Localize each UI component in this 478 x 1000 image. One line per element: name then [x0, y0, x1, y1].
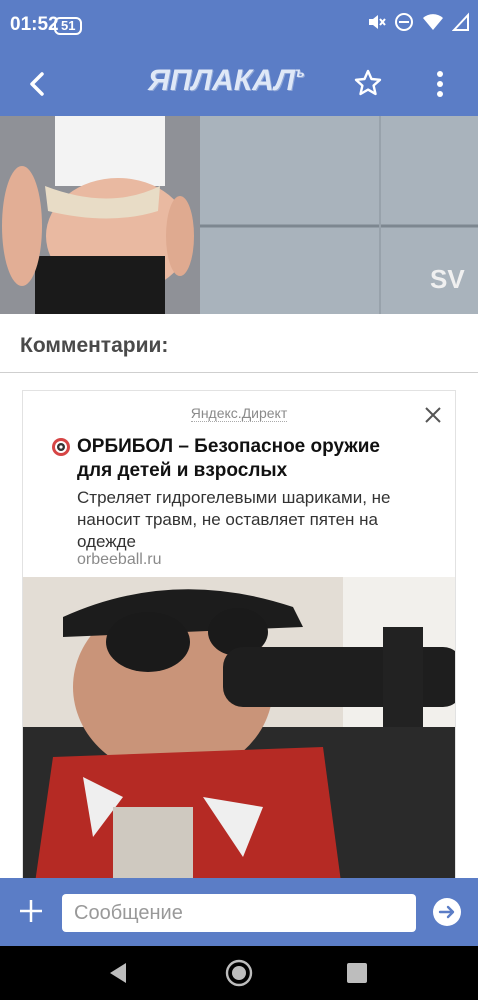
status-bar: 01:52 51 [0, 0, 478, 52]
logo-text: ЯПЛАКАЛ [148, 64, 295, 97]
status-time: 01:52 [10, 14, 59, 35]
back-arrow-icon [30, 72, 44, 96]
nav-back-icon[interactable] [106, 961, 130, 985]
ad-card[interactable]: Яндекс.Директ ОРБИБОЛ – Безопасное оружи… [22, 390, 456, 890]
site-logo[interactable]: ЯПЛАКАЛъ [148, 64, 305, 98]
divider [0, 372, 478, 373]
vertical-dots-icon [437, 71, 443, 97]
plus-icon [20, 900, 42, 922]
watermark-text: SV [430, 264, 465, 294]
wifi-icon [423, 14, 443, 30]
system-nav-bar [0, 946, 478, 1000]
composer-bar [0, 878, 478, 946]
do-not-disturb-icon [395, 13, 413, 31]
ad-source-label: Яндекс.Директ [190, 405, 288, 422]
post-photo [0, 116, 478, 314]
favorite-button[interactable] [348, 62, 388, 106]
close-icon [425, 407, 441, 423]
app-bar: ЯПЛАКАЛъ [0, 52, 478, 116]
ad-source[interactable]: Яндекс.Директ [23, 405, 455, 422]
signal-icon [452, 12, 469, 31]
send-button[interactable] [432, 897, 462, 927]
ad-close-button[interactable] [423, 405, 443, 425]
star-icon [354, 69, 382, 96]
comments-heading: Комментарии: [20, 334, 169, 357]
attach-button[interactable] [14, 894, 48, 928]
ad-image[interactable] [23, 577, 455, 889]
back-button[interactable] [18, 62, 62, 106]
nav-recents-icon[interactable] [346, 962, 368, 984]
ad-description: Стреляет гидрогелевыми шариками, не нано… [77, 488, 391, 551]
status-icons [366, 12, 470, 32]
ad-title[interactable]: ОРБИБОЛ – Безопасное оружие для детей и … [77, 435, 407, 483]
message-input[interactable] [62, 894, 416, 932]
ad-photo [23, 577, 455, 889]
ad-domain[interactable]: orbeeball.ru [77, 551, 162, 569]
battery-indicator: 51 [54, 17, 83, 35]
nav-home-icon[interactable] [224, 958, 254, 988]
post-image[interactable]: SV [0, 116, 478, 314]
mute-icon [369, 15, 386, 29]
more-options-button[interactable] [422, 62, 458, 106]
orbiball-logo-icon [52, 438, 70, 456]
send-arrow-icon [433, 898, 461, 926]
logo-suffix: ъ [294, 64, 305, 80]
